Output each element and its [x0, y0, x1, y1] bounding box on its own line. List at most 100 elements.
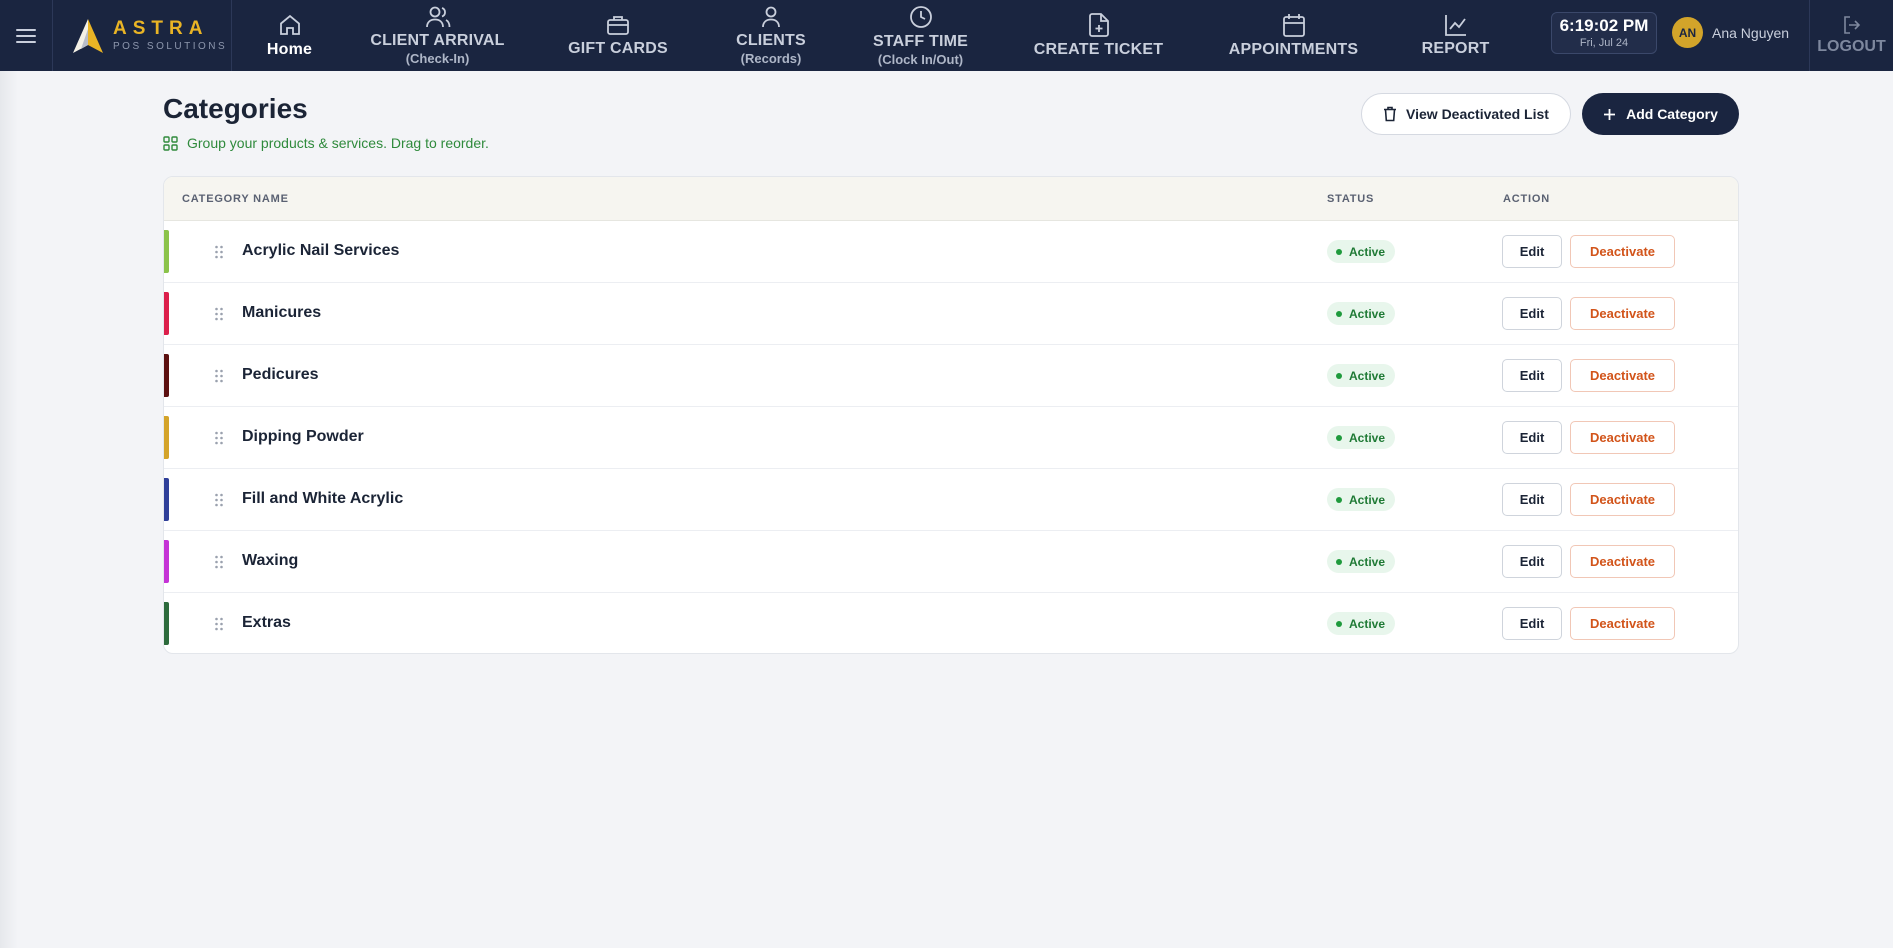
status-badge: Active	[1327, 364, 1396, 387]
category-name: Manicures	[242, 304, 322, 321]
deactivate-button[interactable]: Deactivate	[1570, 607, 1675, 640]
table-row[interactable]: Extras Active Edit Deactivate	[164, 593, 1738, 653]
add-category-button[interactable]: Add Category	[1582, 93, 1739, 135]
nav-staff-time-label: STAFF TIME	[872, 32, 969, 50]
table-row[interactable]: Dipping Powder Active Edit Deactivate	[164, 407, 1738, 469]
nav-client-arrival-label: CLIENT ARRIVAL	[370, 31, 505, 49]
drag-handle-icon[interactable]	[214, 245, 224, 259]
nav-client-arrival[interactable]: CLIENT ARRIVAL (Check-In)	[347, 0, 528, 71]
view-deactivated-button[interactable]: View Deactivated List	[1361, 93, 1571, 135]
category-name: Acrylic Nail Services	[242, 242, 400, 259]
drag-handle-icon[interactable]	[214, 555, 224, 569]
nav-clients-sub: (Records)	[740, 50, 802, 66]
page-subtitle-row: Group your products & services. Drag to …	[163, 135, 489, 151]
page-title: Categories	[163, 93, 308, 124]
header-category-name: CATEGORY NAME	[182, 193, 289, 205]
user-profile[interactable]: AN Ana Nguyen	[1672, 17, 1789, 48]
brand-subtitle: POS SOLUTIONS	[113, 41, 228, 52]
category-name: Fill and White Acrylic	[242, 490, 404, 507]
status-badge: Active	[1327, 550, 1396, 573]
drag-handle-icon[interactable]	[214, 307, 224, 321]
clock-time: 6:19:02 PM	[1559, 16, 1649, 35]
table-row[interactable]: Fill and White Acrylic Active Edit Deact…	[164, 469, 1738, 531]
deactivate-button[interactable]: Deactivate	[1570, 359, 1675, 392]
page-subtitle: Group your products & services. Drag to …	[187, 135, 489, 151]
deactivate-button[interactable]: Deactivate	[1570, 545, 1675, 578]
nav-create-ticket[interactable]: CREATE TICKET	[1007, 0, 1190, 71]
categories-table: CATEGORY NAME STATUS ACTION Acrylic Nail…	[163, 176, 1739, 654]
nav-client-arrival-sub: (Check-In)	[405, 50, 470, 66]
edit-button[interactable]: Edit	[1502, 607, 1562, 640]
category-color-bar	[164, 540, 169, 583]
header-action: ACTION	[1503, 193, 1550, 205]
status-text: Active	[1349, 368, 1386, 383]
status-dot-icon	[1336, 310, 1342, 317]
category-name: Waxing	[242, 552, 299, 569]
status-text: Active	[1349, 492, 1386, 507]
status-badge: Active	[1327, 240, 1396, 263]
nav-report[interactable]: REPORT	[1397, 0, 1514, 71]
avatar: AN	[1672, 17, 1703, 48]
edit-button[interactable]: Edit	[1502, 235, 1562, 268]
astra-logo-icon	[73, 18, 103, 53]
users-icon	[425, 6, 450, 27]
nav-staff-time[interactable]: STAFF TIME (Clock In/Out)	[834, 0, 1007, 71]
brand-name: ASTRA	[113, 18, 209, 39]
status-dot-icon	[1336, 372, 1342, 379]
nav-gift-cards[interactable]: GIFT CARDS	[528, 0, 708, 71]
table-row[interactable]: Pedicures Active Edit Deactivate	[164, 345, 1738, 407]
edit-button[interactable]: Edit	[1502, 359, 1562, 392]
category-color-bar	[164, 478, 169, 521]
drag-handle-icon[interactable]	[214, 617, 224, 631]
status-badge: Active	[1327, 488, 1396, 511]
edit-button[interactable]: Edit	[1502, 483, 1562, 516]
category-color-bar	[164, 230, 169, 273]
status-dot-icon	[1336, 434, 1342, 441]
nav-appointments[interactable]: APPOINTMENTS	[1190, 0, 1397, 71]
deactivate-button[interactable]: Deactivate	[1570, 235, 1675, 268]
logout-button[interactable]: LOGOUT	[1809, 0, 1893, 71]
hamburger-menu-button[interactable]	[0, 0, 53, 71]
edit-button[interactable]: Edit	[1502, 297, 1562, 330]
file-plus-icon	[1088, 12, 1109, 37]
nav-clients-label: CLIENTS	[736, 31, 806, 49]
left-edge	[0, 71, 18, 948]
user-icon	[762, 6, 780, 27]
deactivate-button[interactable]: Deactivate	[1570, 483, 1675, 516]
table-header: CATEGORY NAME STATUS ACTION	[164, 177, 1738, 221]
status-badge: Active	[1327, 426, 1396, 449]
category-name: Extras	[242, 614, 291, 631]
status-dot-icon	[1336, 558, 1342, 565]
drag-handle-icon[interactable]	[214, 369, 224, 383]
table-body: Acrylic Nail Services Active Edit Deacti…	[164, 221, 1738, 653]
calendar-icon	[1282, 13, 1305, 37]
nav-appointments-label: APPOINTMENTS	[1228, 40, 1359, 58]
deactivate-button[interactable]: Deactivate	[1570, 297, 1675, 330]
table-row[interactable]: Waxing Active Edit Deactivate	[164, 531, 1738, 593]
category-color-bar	[164, 602, 169, 645]
nav-gift-cards-label: GIFT CARDS	[568, 39, 668, 57]
status-badge: Active	[1327, 612, 1396, 635]
status-dot-icon	[1336, 620, 1342, 627]
clock-date: Fri, Jul 24	[1579, 37, 1629, 49]
category-color-bar	[164, 416, 169, 459]
edit-button[interactable]: Edit	[1502, 421, 1562, 454]
table-row[interactable]: Manicures Active Edit Deactivate	[164, 283, 1738, 345]
status-text: Active	[1349, 616, 1386, 631]
nav-home-label: Home	[266, 40, 313, 58]
category-name: Dipping Powder	[242, 428, 364, 445]
brand-logo[interactable]: ASTRA POS SOLUTIONS	[53, 0, 232, 71]
status-dot-icon	[1336, 496, 1342, 503]
drag-handle-icon[interactable]	[214, 431, 224, 445]
top-navbar: ASTRA POS SOLUTIONS Home CLIENT ARRIVAL …	[0, 0, 1893, 71]
logout-label: LOGOUT	[1817, 37, 1886, 55]
nav-report-label: REPORT	[1421, 39, 1490, 57]
nav-staff-time-sub: (Clock In/Out)	[877, 51, 964, 67]
edit-button[interactable]: Edit	[1502, 545, 1562, 578]
nav-home[interactable]: Home	[232, 0, 347, 71]
main-nav: Home CLIENT ARRIVAL (Check-In) GIFT CARD…	[232, 0, 1514, 71]
nav-clients[interactable]: CLIENTS (Records)	[708, 0, 834, 71]
drag-handle-icon[interactable]	[214, 493, 224, 507]
table-row[interactable]: Acrylic Nail Services Active Edit Deacti…	[164, 221, 1738, 283]
deactivate-button[interactable]: Deactivate	[1570, 421, 1675, 454]
